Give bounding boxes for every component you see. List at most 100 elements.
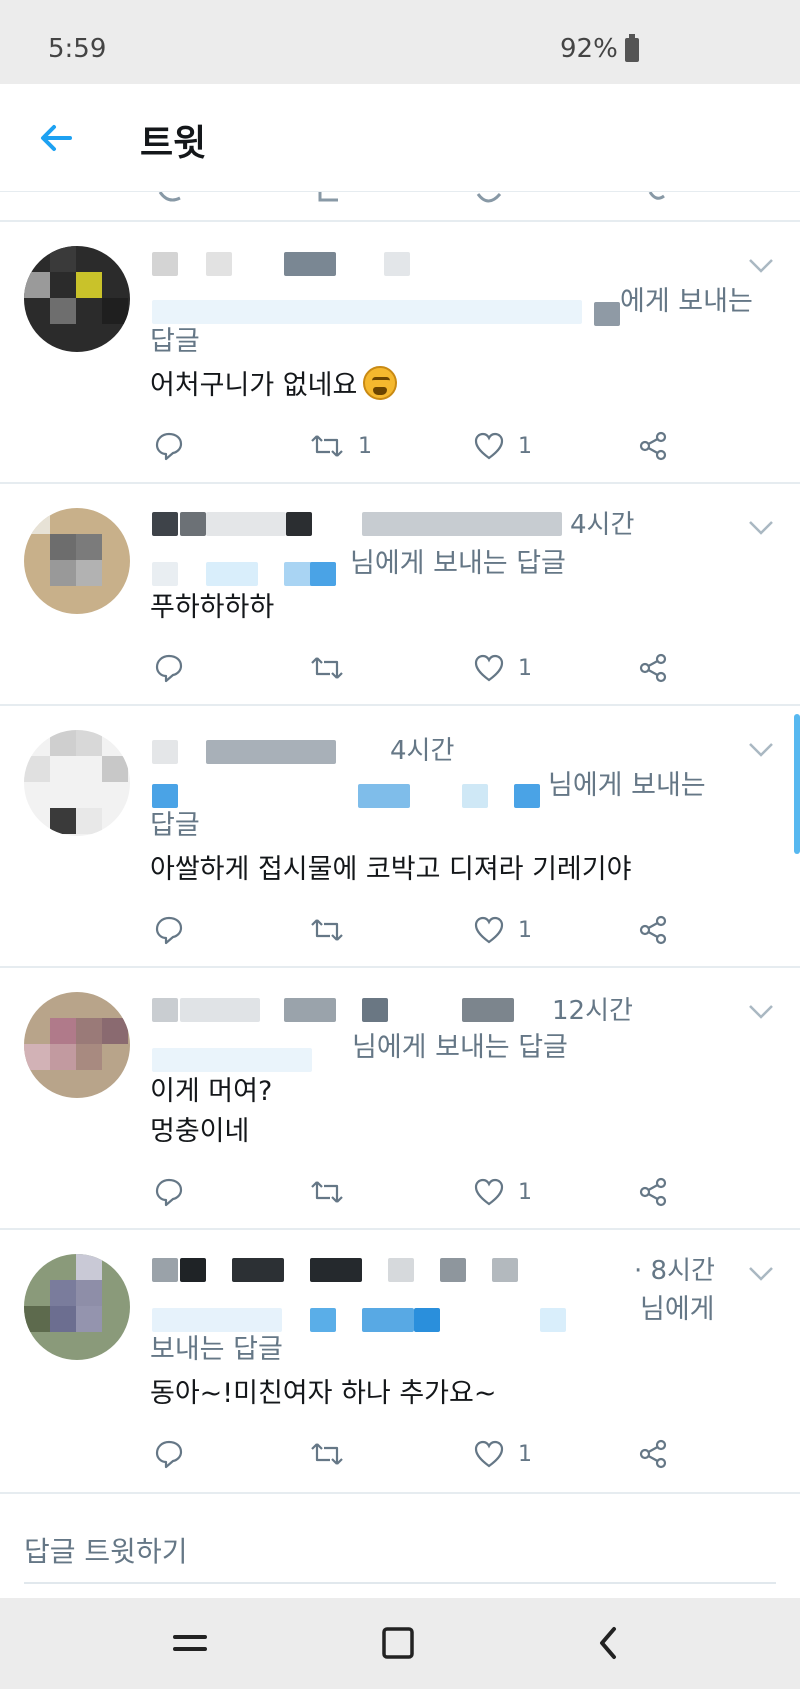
reply-button[interactable] [154,1434,184,1474]
heart-icon [474,1440,504,1468]
tweet-item[interactable]: 4시간 님에게 보내는 답글 푸하하하하 1 [0,484,800,704]
avatar[interactable] [24,246,130,352]
reply-to-text: 보내는 답글 [150,1334,283,1365]
retweet-button[interactable] [310,1172,358,1212]
tweet-text: 푸하하하하 [150,592,275,623]
reply-icon [155,1440,183,1469]
reply-input-placeholder[interactable]: 답글 트윗하기 [24,1530,187,1570]
home-button[interactable] [368,1618,428,1668]
avatar[interactable] [24,992,130,1098]
like-count: 1 [518,433,532,459]
blurred-handle [362,512,562,536]
arrow-left-icon[interactable] [36,118,76,158]
reply-button[interactable] [154,426,184,466]
heart-icon [474,916,504,944]
share-button[interactable] [638,1434,668,1474]
blurred-username [180,998,260,1022]
chevron-down-icon[interactable] [748,742,774,758]
retweet-button[interactable]: 1 [310,426,372,466]
blurred-handle [440,1258,466,1282]
system-nav-bar [0,1598,800,1689]
status-time: 5:59 [48,34,107,64]
tweet-actions: 1 [150,910,710,950]
page-title: 트윗 [140,123,207,164]
reply-to-text: 님에게 [640,1294,715,1325]
blurred-reply-handle [540,1308,566,1332]
blurred-username [286,512,312,536]
retweet-button[interactable] [310,910,358,950]
like-button[interactable]: 1 [474,1172,532,1212]
blurred-reply-handle [594,302,620,326]
tweet-item[interactable]: 4시간 님에게 보내는 답글 아쌀하게 접시물에 코박고 디져라 기레기야 1 [0,706,800,966]
like-count: 1 [518,655,532,681]
retweet-icon [311,1443,343,1465]
blurred-username [152,512,178,536]
share-button[interactable] [638,910,668,950]
blurred-username [152,998,178,1022]
retweet-icon [311,657,343,679]
retweet-button[interactable] [310,648,358,688]
blurred-handle [462,998,514,1022]
share-button[interactable] [638,648,668,688]
avatar[interactable] [24,730,130,836]
retweet-button[interactable] [310,1434,358,1474]
scrollbar[interactable] [794,714,800,854]
reply-button[interactable] [154,648,184,688]
back-button[interactable] [578,1618,638,1668]
tweet-actions: 1 [150,1172,710,1212]
weary-face-emoji [363,366,398,400]
chevron-down-icon[interactable] [748,520,774,536]
chevron-down-icon[interactable] [748,1266,774,1282]
reply-to-text: 답글 [150,326,200,357]
blurred-handle [384,252,410,276]
chevron-down-icon[interactable] [748,1004,774,1020]
blurred-username [180,1258,206,1282]
reply-composer[interactable]: 답글 트윗하기 [0,1500,800,1600]
blurred-reply-handle [462,784,488,808]
timestamp: 4시간 [390,736,455,766]
reply-icon [155,916,183,945]
battery-percent: 92% [560,34,618,64]
blurred-reply-handle [206,562,258,586]
blurred-reply-handle [152,1308,282,1332]
share-icon [639,915,667,945]
recent-apps-button[interactable] [160,1618,220,1668]
blurred-reply-handle [358,784,410,808]
share-icon [639,431,667,461]
blurred-handle [284,252,336,276]
blurred-reply-handle [310,562,336,586]
tweet-item[interactable]: · 8시간 님에게 보내는 답글 동아~!미친여자 하나 추가요~ 1 [0,1230,800,1492]
like-button[interactable]: 1 [474,910,532,950]
blurred-reply-handle [152,300,582,324]
tweet-text-line: 멍충이네 [150,1116,250,1147]
chevron-down-icon[interactable] [748,258,774,274]
back-chevron-icon [600,1627,616,1659]
like-button[interactable]: 1 [474,426,532,466]
tweet-text: 동아~!미친여자 하나 추가요~ [150,1378,497,1409]
blurred-username [180,512,206,536]
like-button[interactable]: 1 [474,1434,532,1474]
app-bar: 트윗 [0,84,800,192]
avatar[interactable] [24,1254,130,1360]
heart-icon [474,432,504,460]
blurred-reply-handle [414,1308,440,1332]
retweet-icon [311,919,343,941]
tweet-item[interactable]: 에게 보내는 답글 어처구니가 없네요 1 1 [0,222,800,482]
blurred-handle [284,998,336,1022]
tweet-actions: 1 [150,1434,710,1474]
blurred-handle [388,1258,414,1282]
reply-button[interactable] [154,1172,184,1212]
heart-icon [474,654,504,682]
retweet-icon [311,1181,343,1203]
reply-to-text: 님에게 보내는 답글 [350,548,566,579]
avatar[interactable] [24,508,130,614]
like-button[interactable]: 1 [474,648,532,688]
share-button[interactable] [638,1172,668,1212]
reply-icon [155,654,183,683]
tweet-item[interactable]: 12시간 님에게 보내는 답글 이게 머여? 멍충이네 1 [0,968,800,1228]
like-count: 1 [518,1179,532,1205]
reply-button[interactable] [154,910,184,950]
reply-to-text: 님에게 보내는 답글 [352,1032,568,1063]
share-button[interactable] [638,426,668,466]
blurred-reply-handle [152,784,178,808]
